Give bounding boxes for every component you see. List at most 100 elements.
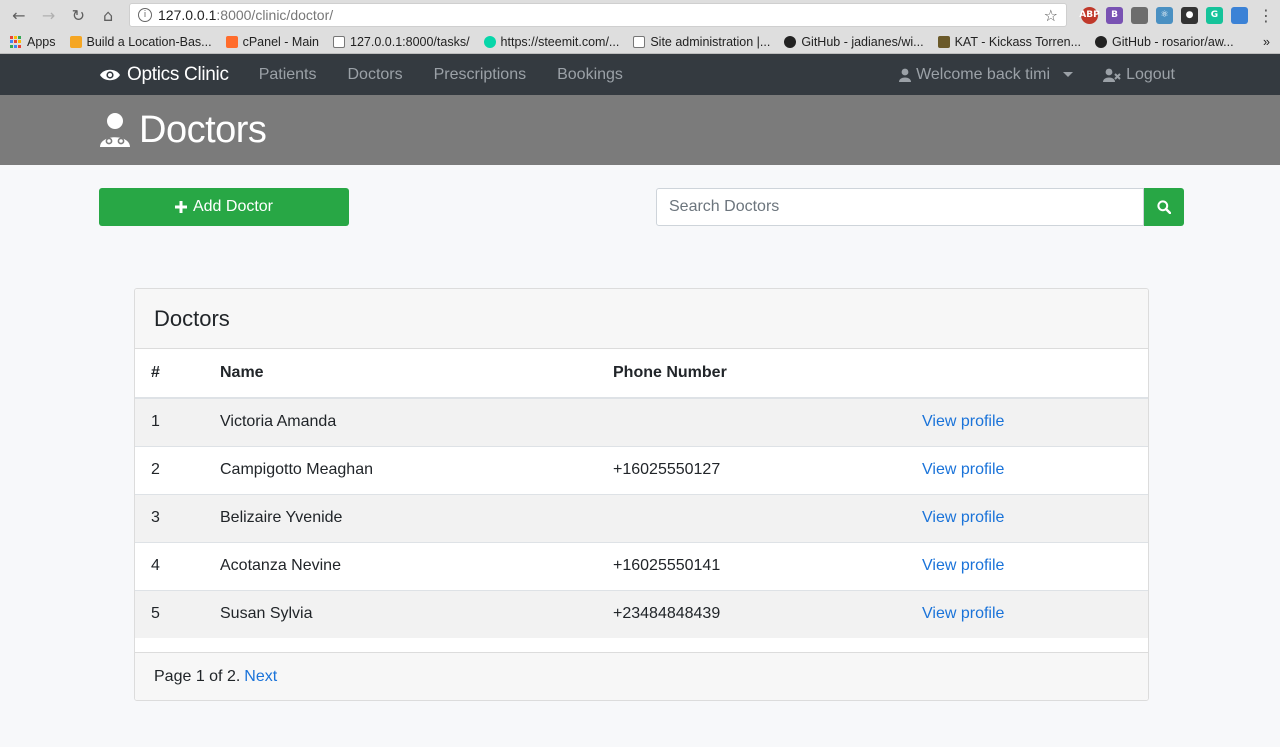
doctor-phone-cell: +16025550127 <box>597 445 906 494</box>
browser-chrome: ← → ↻ ⌂ i 127.0.0.1:8000/clinic/doctor/ … <box>0 0 1280 54</box>
extension-icon[interactable] <box>1131 6 1148 24</box>
view-profile-link-cell: View profile <box>906 397 1148 446</box>
action-row: Add Doctor <box>99 188 1184 226</box>
doctor-name: Susan Sylvia <box>220 605 313 623</box>
bookmark-overflow[interactable]: » <box>1263 35 1270 49</box>
user-icon <box>899 68 912 82</box>
bookmark-apps[interactable]: Apps <box>10 35 56 49</box>
cpanel-icon <box>225 36 238 48</box>
doctor-name-cell: Susan Sylvia <box>204 589 597 638</box>
address-bar[interactable]: i 127.0.0.1:8000/clinic/doctor/ ☆ <box>129 3 1067 27</box>
forward-icon[interactable]: → <box>36 2 62 28</box>
row-number-cell: 2 <box>135 445 204 494</box>
doctor-phone-cell <box>597 493 906 542</box>
column-header-phone: Phone Number <box>597 349 906 399</box>
bookmark-item[interactable]: cPanel - Main <box>225 35 319 49</box>
row-number-cell: 3 <box>135 493 204 542</box>
column-header-number: # <box>135 349 204 399</box>
user-times-icon <box>1103 68 1121 82</box>
view-profile-link[interactable]: View profile <box>922 413 1004 430</box>
view-profile-link[interactable]: View profile <box>922 557 1004 574</box>
row-number: 5 <box>151 605 160 623</box>
search-form <box>656 188 1184 226</box>
next-page-link[interactable]: Next <box>244 668 277 686</box>
extension-icon[interactable]: B <box>1106 6 1123 24</box>
doctor-phone: +23484848439 <box>613 605 721 623</box>
bookmark-favicon-icon <box>69 36 82 48</box>
bookmark-item[interactable]: GitHub - jadianes/wi... <box>784 35 924 49</box>
home-icon[interactable]: ⌂ <box>95 2 121 28</box>
table-row: 2 Campigotto Meaghan +16025550127 View prof… <box>135 445 1148 494</box>
view-profile-link[interactable]: View profile <box>922 605 1004 622</box>
row-number-cell: 1 <box>135 397 204 446</box>
view-profile-link[interactable]: View profile <box>922 509 1004 526</box>
doctor-phone: +16025550127 <box>613 461 721 478</box>
bookmark-item[interactable]: Build a Location-Bas... <box>69 35 212 49</box>
search-button[interactable] <box>1144 188 1184 226</box>
table-row: 4 Acotanza Nevine +16025550141 View profile <box>135 541 1148 590</box>
view-profile-link-cell: View profile <box>906 493 1148 542</box>
extension-icon[interactable]: ⚛ <box>1156 6 1173 24</box>
browser-toolbar: ← → ↻ ⌂ i 127.0.0.1:8000/clinic/doctor/ … <box>0 0 1280 30</box>
bookmark-star-icon[interactable]: ☆ <box>1044 6 1058 25</box>
apps-grid-icon <box>10 36 22 48</box>
user-menu[interactable]: Welcome back timi <box>899 66 1074 84</box>
add-doctor-button[interactable]: Add Doctor <box>99 188 349 226</box>
row-number: 4 <box>151 557 160 574</box>
browser-menu-icon[interactable]: ⋮ <box>1258 6 1274 25</box>
table-row: 3 Belizaire Yvenide View profile <box>135 493 1148 542</box>
extension-icon[interactable] <box>1231 6 1248 24</box>
extension-icon[interactable]: G <box>1206 6 1223 24</box>
github-icon <box>1095 36 1108 48</box>
doctors-table: # Name Phone Number 1 Victoria Amanda View… <box>135 349 1148 638</box>
view-profile-link-cell: View profile <box>906 541 1148 590</box>
doctor-phone-cell: +23484848439 <box>597 589 906 638</box>
view-profile-link-cell: View profile <box>906 589 1148 638</box>
extension-icon[interactable]: ● <box>1181 6 1198 24</box>
steemit-icon <box>483 36 496 48</box>
doctor-name-cell: Campigotto Meaghan <box>204 445 597 494</box>
navbar-right: Welcome back timi Logout <box>899 66 1175 84</box>
doctor-name-cell: Acotanza Nevine <box>204 541 597 590</box>
github-icon <box>784 36 797 48</box>
site-info-icon[interactable]: i <box>138 8 152 22</box>
bookmark-item[interactable]: GitHub - rosarior/aw... <box>1095 35 1234 49</box>
table-row: 5 Susan Sylvia +23484848439 View profile <box>135 589 1148 638</box>
bookmark-item[interactable]: https://steemit.com/... <box>483 35 619 49</box>
page-icon <box>633 36 646 48</box>
plus-icon <box>174 201 187 213</box>
bookmark-item[interactable]: 127.0.0.1:8000/tasks/ <box>333 35 470 49</box>
bookmarks-bar: Apps Build a Location-Bas... cPanel - Ma… <box>0 30 1280 54</box>
reload-icon[interactable]: ↻ <box>66 2 92 28</box>
nav-bookings[interactable]: Bookings <box>557 66 623 84</box>
nav-patients[interactable]: Patients <box>259 66 317 84</box>
url-host: 127.0.0.1 <box>158 7 217 23</box>
back-icon[interactable]: ← <box>6 2 32 28</box>
page-header: Doctors <box>0 95 1280 165</box>
doctor-phone: +16025550141 <box>613 557 721 574</box>
column-header-name: Name <box>204 349 597 399</box>
user-md-icon <box>100 113 130 147</box>
doctors-card: Doctors # Name Phone Number 1 Victoria Am… <box>134 288 1149 701</box>
bookmark-item[interactable]: KAT - Kickass Torren... <box>937 35 1081 49</box>
doctor-name-cell: Victoria Amanda <box>204 397 597 446</box>
bookmark-item[interactable]: Site administration |... <box>633 35 770 49</box>
nav-prescriptions[interactable]: Prescriptions <box>434 66 526 84</box>
nav-doctors[interactable]: Doctors <box>348 66 403 84</box>
view-profile-link-cell: View profile <box>906 445 1148 494</box>
extension-icon[interactable]: ABP <box>1079 6 1100 24</box>
doctor-phone-cell: +16025550141 <box>597 541 906 590</box>
eye-icon <box>100 69 120 80</box>
brand-link[interactable]: Optics Clinic <box>99 64 229 86</box>
app-navbar: Optics Clinic Patients Doctors Prescript… <box>0 54 1280 95</box>
search-icon <box>1157 200 1171 214</box>
view-profile-link[interactable]: View profile <box>922 461 1004 478</box>
doctor-name: Belizaire Yvenide <box>220 509 343 526</box>
search-input[interactable] <box>656 188 1144 226</box>
logout-link[interactable]: Logout <box>1103 66 1175 84</box>
table-row: 1 Victoria Amanda View profile <box>135 397 1148 446</box>
url-path: :8000/clinic/doctor/ <box>216 7 334 23</box>
doctor-phone-cell <box>597 397 906 446</box>
pagination-text: Page 1 of 2. <box>154 667 241 685</box>
row-number-cell: 4 <box>135 541 204 590</box>
